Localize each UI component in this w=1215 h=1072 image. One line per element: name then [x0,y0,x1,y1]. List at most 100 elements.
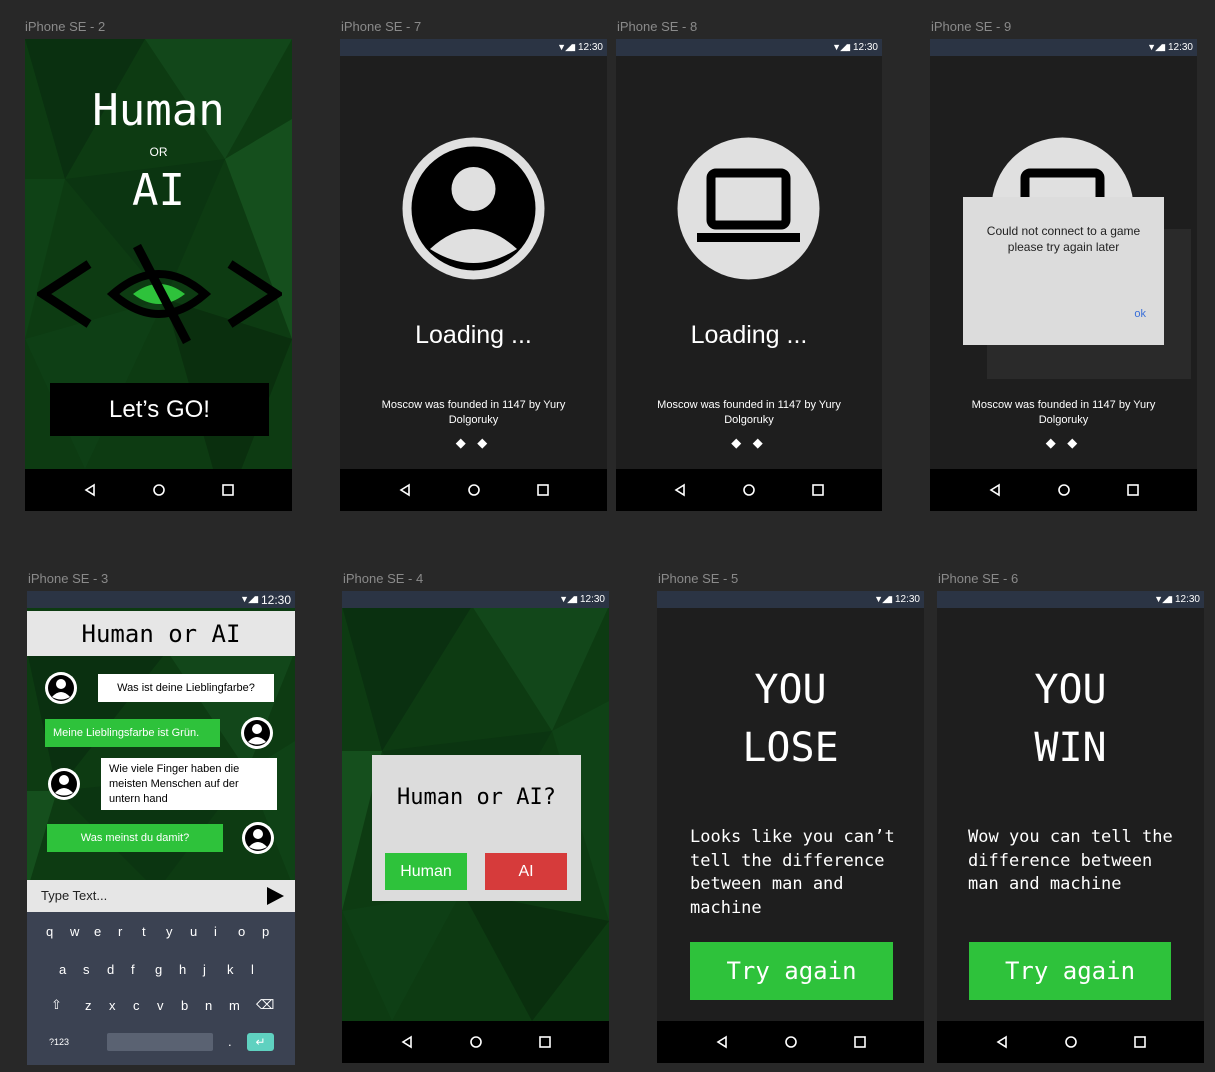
ai-button[interactable]: AI [485,853,567,890]
nav-back-icon[interactable] [400,1035,414,1049]
send-icon[interactable] [265,886,285,906]
keyboard-key[interactable]: f [131,962,135,977]
frame-label-se7: iPhone SE - 7 [341,19,422,34]
fun-fact-text: Moscow was founded in 1147 by Yury Dolgo… [381,399,566,426]
nav-home-icon[interactable] [784,1035,798,1049]
keyboard-key[interactable]: i [214,924,217,939]
keyboard-key[interactable]: p [262,924,269,939]
frame-loading-human: ▼◢▮ 12:30 Loading ... Moscow was founded… [340,39,607,511]
keyboard-key[interactable]: x [109,998,116,1013]
keyboard-key[interactable]: n [205,998,212,1013]
human-button[interactable]: Human [385,853,467,890]
keyboard-key[interactable]: d [107,962,114,977]
keyboard-key[interactable]: r [118,924,122,939]
nav-home-icon[interactable] [1057,483,1071,497]
enter-key-icon[interactable]: ↵ [247,1033,274,1051]
frame-connection-error: ▼◢▮ 12:30 Could not connect to a game pl… [930,39,1197,511]
chat-header-title: Human or AI [27,611,295,656]
message-input-bar: Type Text... [27,880,295,912]
nav-home-icon[interactable] [469,1035,483,1049]
keyboard-key[interactable]: g [155,962,162,977]
keyboard-key[interactable]: h [179,962,186,977]
nav-recents-icon[interactable] [221,483,235,497]
status-bar: ▼◢▮ 12:30 [657,591,924,608]
nav-back-icon[interactable] [83,483,97,497]
try-again-button[interactable]: Try again [690,942,893,1000]
android-nav-bar [616,469,882,511]
keyboard-key[interactable]: v [157,998,164,1013]
frame-chat: ▼◢▮ 12:30 Human or AI Was ist deine Lieb… [27,591,295,1065]
keyboard-key[interactable]: t [142,924,146,939]
period-key[interactable]: . [228,1034,232,1049]
keyboard-key[interactable]: m [229,998,240,1013]
status-bar: ▼◢▮ 12:30 [937,591,1204,608]
status-bar: ▼◢▮ 12:30 [930,39,1197,56]
frame-lose: ▼◢▮ 12:30 YOU LOSE Looks like you can’t … [657,591,924,1063]
nav-recents-icon[interactable] [853,1035,867,1049]
result-line-1: YOU [1034,667,1107,713]
result-message: Wow you can tell the difference between … [968,827,1173,894]
keyboard-key[interactable]: w [70,924,79,939]
nav-recents-icon[interactable] [811,483,825,497]
guess-dialog: Human or AI? Human AI [372,755,581,901]
user-avatar-icon [241,717,273,749]
dialog-ok-button[interactable]: ok [1134,308,1146,320]
keyboard-key[interactable]: o [238,924,245,939]
keyboard-key[interactable]: l [251,962,254,977]
keyboard-key[interactable]: a [59,962,66,977]
nav-recents-icon[interactable] [536,483,550,497]
nav-home-icon[interactable] [1064,1035,1078,1049]
user-avatar-icon [402,137,545,280]
android-nav-bar [657,1021,924,1063]
nav-back-icon[interactable] [673,483,687,497]
status-time: 12:30 [1167,42,1193,53]
space-key[interactable] [107,1033,213,1051]
android-nav-bar [937,1021,1204,1063]
user-avatar-icon [242,822,274,854]
result-message: Looks like you can’t tell the difference… [690,827,895,918]
backspace-key-icon[interactable]: ⌫ [256,997,274,1013]
chat-message-outgoing: Was meinst du damit? [47,824,223,852]
keyboard-key[interactable]: q [46,924,53,939]
frame-welcome: Human OR AI Let’s GO! [25,39,292,511]
keyboard-key[interactable]: b [181,998,188,1013]
wifi-signal-battery-icon: ▼◢▮ [559,594,578,604]
user-avatar-icon [48,768,80,800]
fun-fact-text: Moscow was founded in 1147 by Yury Dolgo… [657,399,841,426]
shift-key-icon[interactable]: ⇧ [51,997,62,1013]
code-eye-logo-icon [37,244,282,344]
nav-home-icon[interactable] [742,483,756,497]
keyboard-key[interactable]: c [133,998,140,1013]
title-ai: AI [132,165,185,216]
nav-recents-icon[interactable] [1126,483,1140,497]
keyboard-key[interactable]: e [94,924,101,939]
keyboard-key[interactable]: u [190,924,197,939]
loading-dots: ◆ ◆ [455,435,492,450]
try-again-button[interactable]: Try again [969,942,1171,1000]
lets-go-button[interactable]: Let’s GO! [50,383,269,436]
keyboard-key[interactable]: k [227,962,234,977]
nav-home-icon[interactable] [467,483,481,497]
keyboard-key[interactable]: z [85,998,92,1013]
laptop-icon [677,137,820,280]
wifi-signal-battery-icon: ▼◢▮ [557,42,576,52]
nav-back-icon[interactable] [715,1035,729,1049]
nav-back-icon[interactable] [988,483,1002,497]
nav-recents-icon[interactable] [1133,1035,1147,1049]
fun-fact-text: Moscow was founded in 1147 by Yury Dolgo… [971,399,1156,426]
frame-label-se9: iPhone SE - 9 [931,19,1012,34]
result-line-1: YOU [754,667,827,713]
nav-home-icon[interactable] [152,483,166,497]
numbers-key[interactable]: ?123 [49,1037,69,1047]
keyboard-key[interactable]: y [166,924,173,939]
message-input[interactable]: Type Text... [41,888,107,903]
guess-question: Human or AI? [397,785,556,810]
nav-back-icon[interactable] [398,483,412,497]
keyboard-key[interactable]: s [83,962,90,977]
nav-back-icon[interactable] [995,1035,1009,1049]
android-nav-bar [342,1021,609,1063]
keyboard-key[interactable]: j [203,962,206,977]
result-line-2: WIN [1034,725,1107,771]
title-human: Human [92,85,225,136]
nav-recents-icon[interactable] [538,1035,552,1049]
